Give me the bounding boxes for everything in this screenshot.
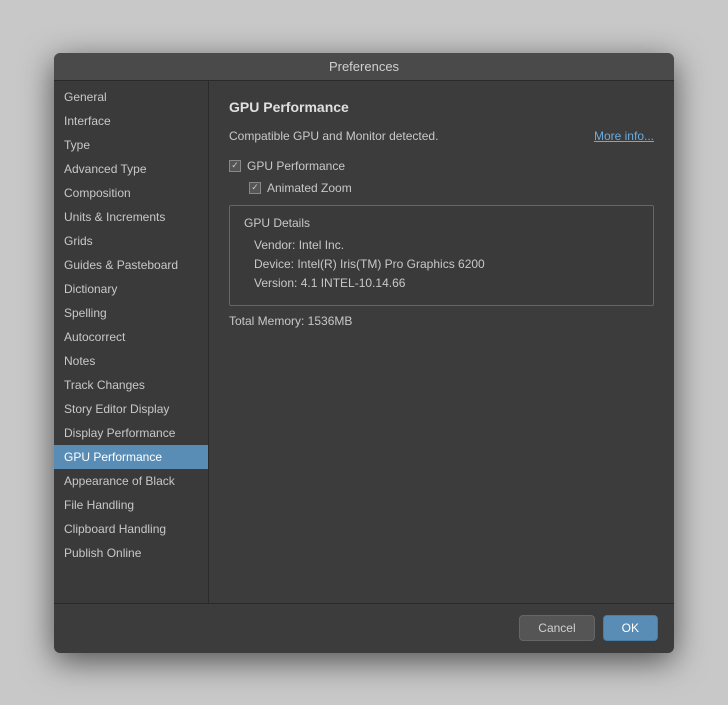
sidebar: General Interface Type Advanced Type Com…	[54, 81, 209, 603]
sidebar-item-dictionary[interactable]: Dictionary	[54, 277, 208, 301]
gpu-performance-checkbox-row[interactable]: GPU Performance	[229, 159, 654, 173]
sidebar-item-appearance-of-black[interactable]: Appearance of Black	[54, 469, 208, 493]
gpu-details-title: GPU Details	[244, 216, 639, 230]
content-title: GPU Performance	[229, 99, 654, 115]
sidebar-item-general[interactable]: General	[54, 85, 208, 109]
sidebar-item-spelling[interactable]: Spelling	[54, 301, 208, 325]
info-row: Compatible GPU and Monitor detected. Mor…	[229, 129, 654, 143]
dialog-footer: Cancel OK	[54, 603, 674, 653]
more-info-link[interactable]: More info...	[594, 129, 654, 143]
sidebar-item-interface[interactable]: Interface	[54, 109, 208, 133]
title-bar: Preferences	[54, 53, 674, 81]
gpu-device: Device: Intel(R) Iris(TM) Pro Graphics 6…	[244, 257, 639, 271]
animated-zoom-checkbox[interactable]	[249, 182, 261, 194]
sidebar-item-track-changes[interactable]: Track Changes	[54, 373, 208, 397]
gpu-vendor: Vendor: Intel Inc.	[244, 238, 639, 252]
total-memory: Total Memory: 1536MB	[229, 314, 654, 328]
sidebar-item-publish-online[interactable]: Publish Online	[54, 541, 208, 565]
cancel-button[interactable]: Cancel	[519, 615, 594, 641]
sidebar-item-composition[interactable]: Composition	[54, 181, 208, 205]
sidebar-item-clipboard-handling[interactable]: Clipboard Handling	[54, 517, 208, 541]
sidebar-item-story-editor-display[interactable]: Story Editor Display	[54, 397, 208, 421]
sidebar-item-autocorrect[interactable]: Autocorrect	[54, 325, 208, 349]
sidebar-item-notes[interactable]: Notes	[54, 349, 208, 373]
gpu-details-box: GPU Details Vendor: Intel Inc. Device: I…	[229, 205, 654, 306]
sidebar-item-display-performance[interactable]: Display Performance	[54, 421, 208, 445]
gpu-version: Version: 4.1 INTEL-10.14.66	[244, 276, 639, 290]
sidebar-item-gpu-performance[interactable]: GPU Performance	[54, 445, 208, 469]
sidebar-item-type[interactable]: Type	[54, 133, 208, 157]
animated-zoom-checkbox-row[interactable]: Animated Zoom	[249, 181, 654, 195]
dialog-title: Preferences	[329, 59, 399, 74]
sidebar-item-advanced-type[interactable]: Advanced Type	[54, 157, 208, 181]
main-content: GPU Performance Compatible GPU and Monit…	[209, 81, 674, 603]
compatible-message: Compatible GPU and Monitor detected.	[229, 129, 438, 143]
sidebar-item-guides-pasteboard[interactable]: Guides & Pasteboard	[54, 253, 208, 277]
sidebar-item-grids[interactable]: Grids	[54, 229, 208, 253]
gpu-performance-checkbox[interactable]	[229, 160, 241, 172]
ok-button[interactable]: OK	[603, 615, 658, 641]
preferences-dialog: Preferences General Interface Type Advan…	[54, 53, 674, 653]
sidebar-item-units-increments[interactable]: Units & Increments	[54, 205, 208, 229]
sidebar-item-file-handling[interactable]: File Handling	[54, 493, 208, 517]
dialog-body: General Interface Type Advanced Type Com…	[54, 81, 674, 603]
animated-zoom-label: Animated Zoom	[267, 181, 352, 195]
gpu-performance-label: GPU Performance	[247, 159, 345, 173]
